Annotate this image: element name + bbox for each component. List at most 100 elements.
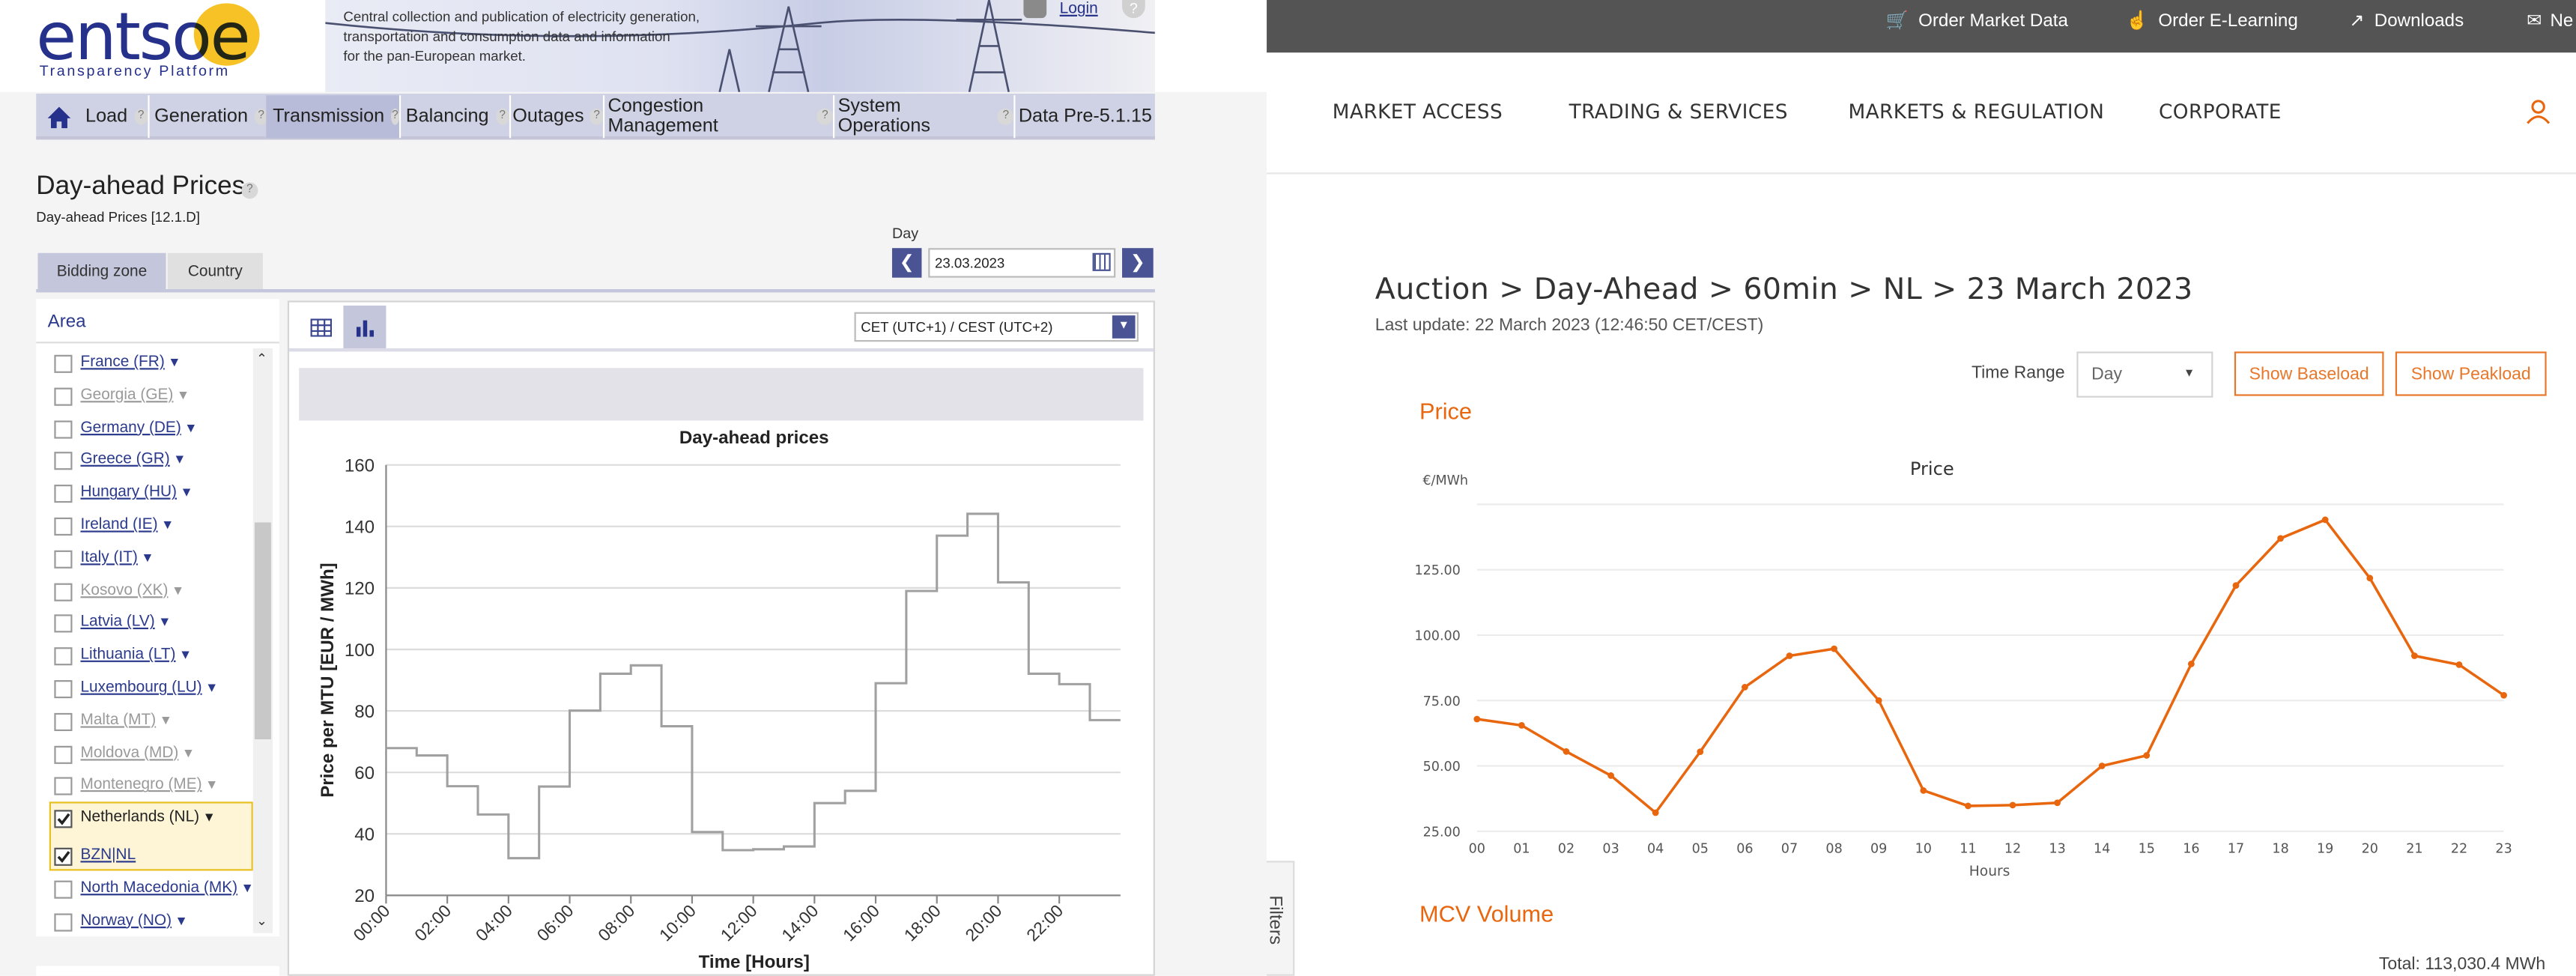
area-label[interactable]: Kosovo (XK) ▼	[80, 581, 184, 599]
checkbox[interactable]	[54, 419, 73, 438]
area-label[interactable]: Moldova (MD) ▼	[80, 744, 195, 762]
expand-caret-icon[interactable]: ▼	[179, 648, 192, 663]
area-label[interactable]: Germany (DE) ▼	[80, 418, 197, 436]
expand-caret-icon[interactable]: ▼	[161, 518, 174, 533]
help-icon[interactable]: ?	[390, 108, 399, 125]
checkbox[interactable]	[54, 452, 73, 471]
expand-caret-icon[interactable]: ▼	[205, 680, 218, 695]
price-point	[2009, 801, 2016, 809]
account-icon[interactable]	[2525, 99, 2551, 125]
area-label[interactable]: Greece (GR) ▼	[80, 451, 186, 469]
nav-outages[interactable]: Outages?	[506, 95, 605, 139]
area-header-divider	[36, 342, 279, 344]
filters-label[interactable]: Filters	[1267, 895, 1285, 945]
order-elearning-link[interactable]: ☝ Order E-Learning	[2126, 10, 2298, 31]
tab-bidding-zone[interactable]: Bidding zone	[37, 252, 166, 290]
checkbox[interactable]	[54, 615, 73, 634]
tab-country[interactable]: Country	[167, 252, 263, 290]
checkbox-checked[interactable]	[54, 847, 73, 866]
area-label[interactable]: Luxembourg (LU) ▼	[80, 679, 218, 697]
expand-caret-icon[interactable]: ▼	[172, 583, 184, 598]
time-range-select[interactable]: Day ▼	[2076, 351, 2213, 398]
area-label[interactable]: Netherlands (NL) ▼	[80, 809, 215, 827]
area-label[interactable]: Ireland (IE) ▼	[80, 516, 174, 534]
checkbox-checked[interactable]	[54, 810, 73, 828]
checkbox[interactable]	[54, 517, 73, 536]
expand-caret-icon[interactable]: ▼	[168, 355, 181, 370]
scroll-thumb[interactable]	[254, 522, 271, 739]
nav-markets-regulation[interactable]: MARKETS & REGULATION	[1848, 100, 2104, 124]
price-point	[2500, 691, 2507, 699]
area-label[interactable]: Georgia (GE) ▼	[80, 386, 190, 404]
nav-balancing[interactable]: Balancing?	[399, 95, 512, 139]
time-range-label: Time Range	[1971, 363, 2065, 384]
expand-caret-icon[interactable]: ▼	[240, 880, 253, 895]
area-label[interactable]: Latvia (LV) ▼	[80, 613, 171, 631]
scroll-up-icon[interactable]: ⌃	[256, 351, 267, 366]
order-market-data-link[interactable]: 🛒 Order Market Data	[1886, 10, 2068, 31]
checkbox[interactable]	[54, 485, 73, 503]
downloads-link[interactable]: ↗ Downloads	[2349, 10, 2464, 31]
area-label[interactable]: Norway (NO) ▼	[80, 911, 187, 929]
timezone-select[interactable]: CET (UTC+1) / CEST (UTC+2)	[854, 312, 1139, 342]
table-view-button[interactable]	[300, 306, 340, 348]
chart-view-button[interactable]	[343, 305, 387, 348]
checkbox[interactable]	[54, 680, 73, 699]
area-label[interactable]: Lithuania (LT) ▼	[80, 646, 192, 664]
price-point	[2098, 763, 2106, 769]
checkbox[interactable]	[54, 550, 73, 569]
x-tick-label: 10	[1915, 841, 1932, 856]
x-tick-label: 03	[1602, 841, 1619, 856]
checkbox[interactable]	[54, 912, 73, 931]
login-link[interactable]: Login	[1060, 0, 1098, 18]
news-link[interactable]: ✉ Ne	[2527, 10, 2573, 31]
nav-generation[interactable]: Generation?	[148, 95, 270, 139]
nav-corporate[interactable]: CORPORATE	[2159, 100, 2282, 124]
nav-system-operations[interactable]: System Operations?	[831, 95, 1016, 139]
expand-caret-icon[interactable]: ▼	[184, 420, 197, 435]
expand-caret-icon[interactable]: ▼	[160, 712, 172, 727]
area-label[interactable]: Italy (IT) ▼	[80, 548, 154, 566]
area-label[interactable]: BZN|NL	[80, 846, 136, 864]
expand-caret-icon[interactable]: ▼	[177, 387, 190, 402]
checkbox[interactable]	[54, 354, 73, 373]
show-baseload-button[interactable]: Show Baseload	[2234, 351, 2384, 396]
help-icon[interactable]: ?	[241, 182, 258, 199]
timezone-dropdown-icon[interactable]: ▼	[1112, 315, 1136, 339]
calendar-icon[interactable]	[1092, 252, 1111, 271]
logo-subtitle: Transparency Platform	[39, 62, 230, 79]
scroll-down-icon[interactable]: ⌄	[256, 913, 267, 928]
home-button[interactable]	[40, 95, 79, 138]
help-icon[interactable]: ?	[133, 108, 148, 125]
nav-load[interactable]: Load?	[79, 95, 150, 139]
area-label[interactable]: Montenegro (ME) ▼	[80, 776, 218, 794]
x-tick-label: 00	[1469, 841, 1485, 856]
x-tick-label: 09	[1870, 841, 1887, 856]
expand-caret-icon[interactable]: ▼	[173, 452, 186, 467]
nav-market-access[interactable]: MARKET ACCESS	[1333, 100, 1503, 124]
expand-caret-icon[interactable]: ▼	[180, 485, 193, 500]
area-label[interactable]: Hungary (HU) ▼	[80, 483, 193, 501]
nav-data-pre[interactable]: Data Pre-5.1.15	[1012, 95, 1155, 138]
price-point	[2232, 582, 2240, 589]
user-icon[interactable]	[1023, 0, 1047, 19]
area-label[interactable]: North Macedonia (MK) ▼	[80, 879, 253, 897]
checkbox[interactable]	[54, 647, 73, 666]
expand-caret-icon[interactable]: ▼	[175, 913, 187, 928]
nav-transmission[interactable]: Transmission?	[266, 95, 401, 139]
expand-caret-icon[interactable]: ▼	[203, 810, 216, 825]
expand-caret-icon[interactable]: ▼	[182, 745, 195, 760]
expand-caret-icon[interactable]: ▼	[141, 550, 154, 565]
checkbox[interactable]	[54, 880, 73, 899]
show-peakload-button[interactable]: Show Peakload	[2395, 351, 2547, 396]
nav-congestion[interactable]: Congestion Management?	[601, 95, 835, 139]
next-day-button[interactable]: ❯	[1122, 248, 1154, 278]
price-point	[1652, 809, 1659, 816]
date-input[interactable]: 23.03.2023	[928, 248, 1116, 278]
prev-day-button[interactable]: ❮	[891, 248, 922, 278]
nav-trading-services[interactable]: TRADING & SERVICES	[1569, 100, 1788, 124]
area-label[interactable]: Malta (MT) ▼	[80, 711, 172, 729]
area-label[interactable]: France (FR) ▼	[80, 354, 181, 372]
expand-caret-icon[interactable]: ▼	[158, 615, 171, 630]
expand-caret-icon[interactable]: ▼	[205, 778, 218, 792]
